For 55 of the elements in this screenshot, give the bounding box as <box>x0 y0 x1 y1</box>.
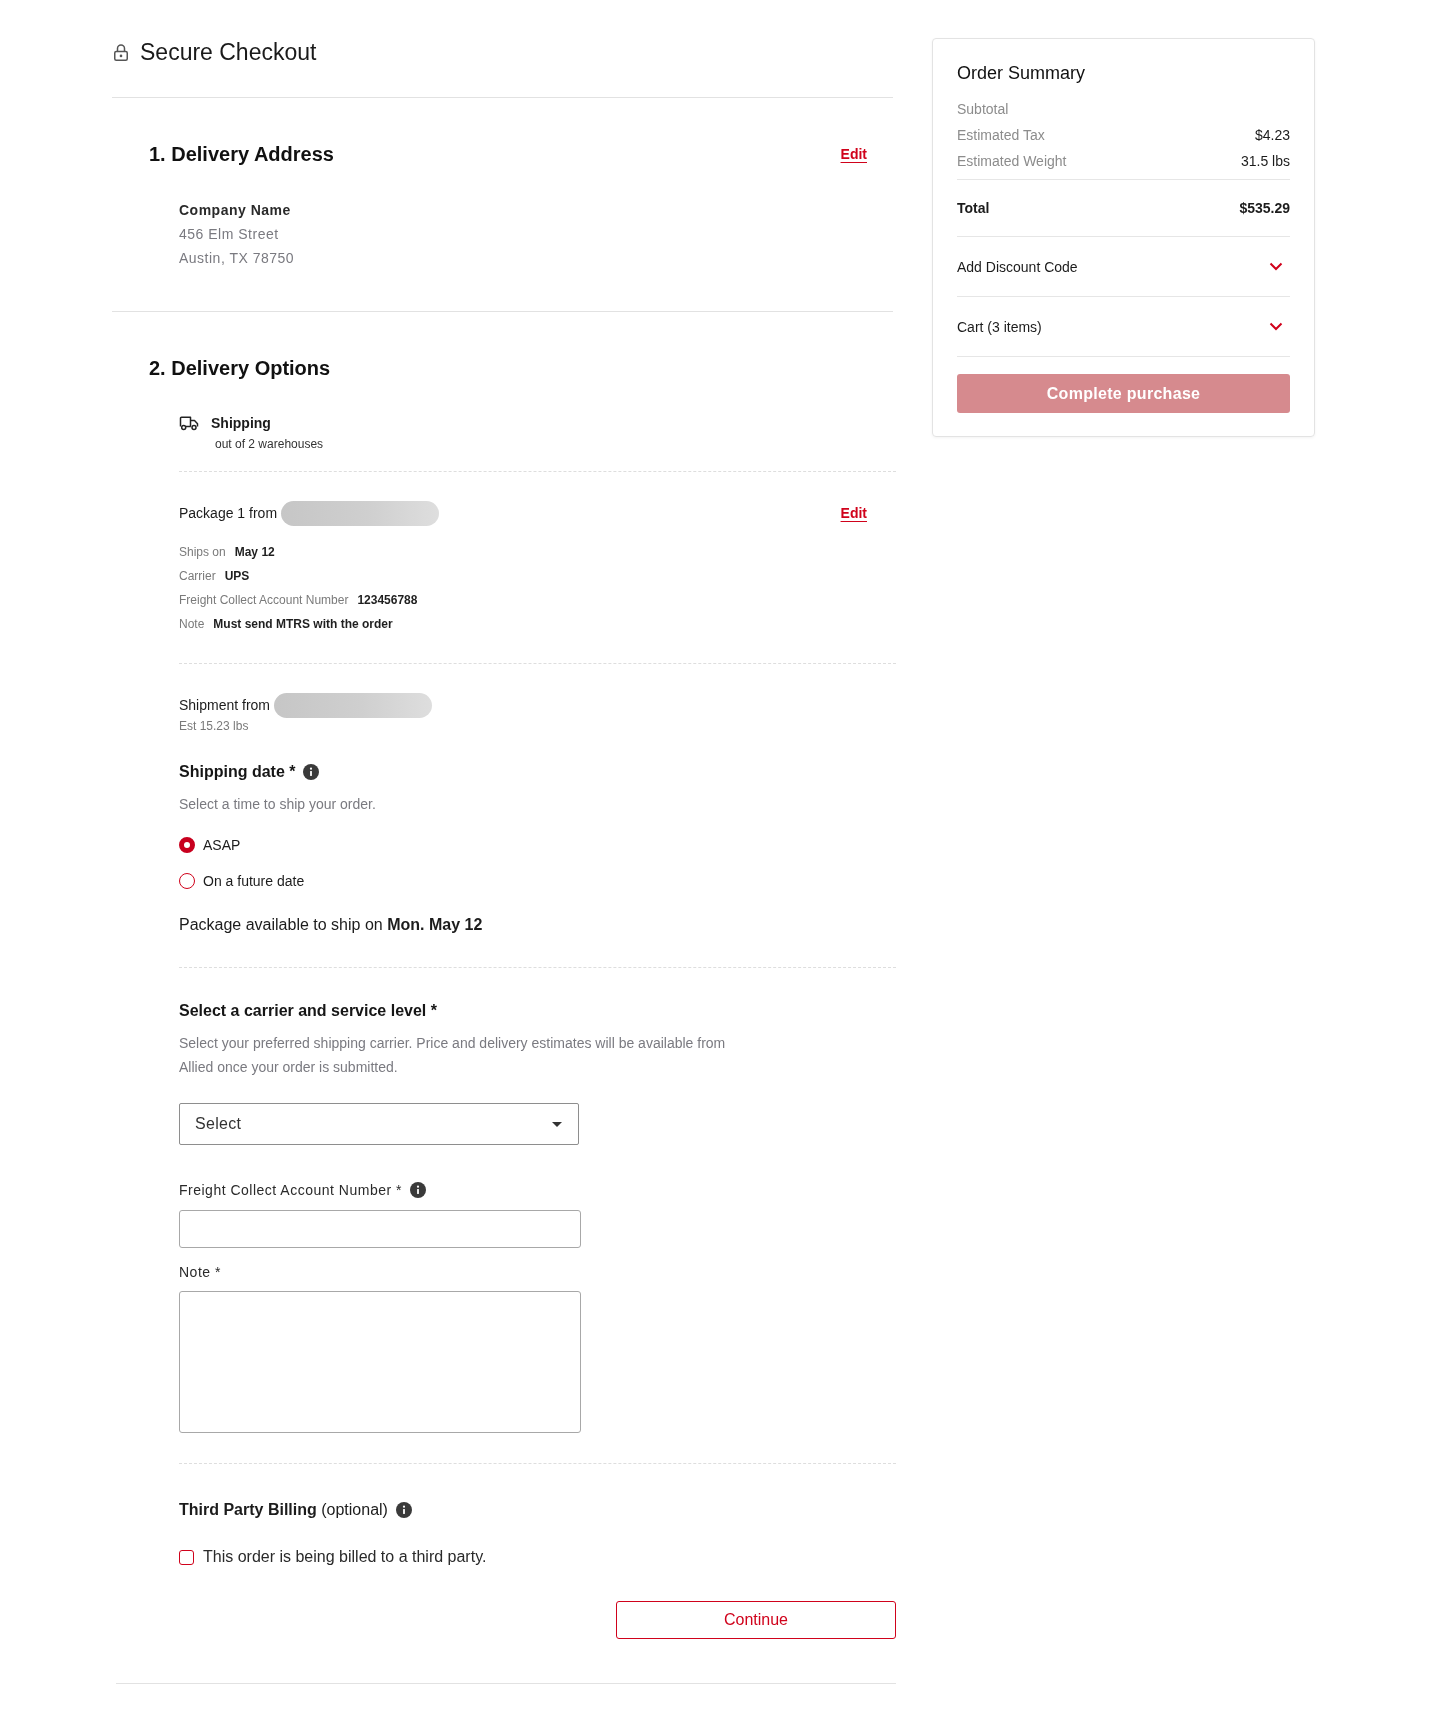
detail-label: Carrier <box>179 568 216 585</box>
info-icon[interactable] <box>395 1502 412 1518</box>
field-label: Freight Collect Account Number * <box>179 1181 402 1200</box>
info-icon[interactable] <box>303 764 320 780</box>
truck-icon <box>179 415 199 431</box>
availability-text: Package available to ship on Mon. May 12 <box>179 915 483 935</box>
page-title: Secure Checkout <box>140 38 317 66</box>
field-label: Shipping date * <box>179 762 296 782</box>
accordion-toggle[interactable]: Cart (3 items) <box>957 297 1290 357</box>
section-heading: 1. Delivery Address <box>149 142 334 166</box>
address-line: Austin, TX 78750 <box>179 249 295 268</box>
field-label: Select a carrier and service level * <box>179 1001 437 1021</box>
detail-label: Freight Collect Account Number <box>179 592 349 609</box>
account-number-field[interactable] <box>179 1210 581 1248</box>
address-line: 456 Elm Street <box>179 225 279 244</box>
summary-title: Order Summary <box>957 62 1087 85</box>
summary-value: 31.5 lbs <box>1240 152 1290 171</box>
accordion-toggle[interactable]: Add Discount Code <box>957 237 1290 297</box>
detail-value: UPS <box>224 568 250 585</box>
detail-label: Note <box>179 616 205 633</box>
caret-icon <box>552 1121 562 1127</box>
lock-icon <box>114 43 128 61</box>
package-label: Package 1 from <box>179 505 278 521</box>
shipment-weight: Est 15.23 lbs <box>179 718 249 734</box>
warehouse-count: out of 2 warehouses <box>214 436 324 452</box>
section-subheading: Third Party Billing (optional) <box>179 1500 388 1520</box>
field-hint: Select your preferred shipping carrier. Price and delivery estimates will be available from Allied once your order is submitted. <box>179 1034 727 1077</box>
summary-label: Estimated Weight <box>957 152 1067 171</box>
radio-button[interactable] <box>179 873 195 889</box>
shipping-method-label: Shipping <box>211 414 271 433</box>
company-name: Company Name <box>179 201 291 220</box>
summary-label: Subtotal <box>957 100 1009 119</box>
carrier-select[interactable]: Select <box>179 1103 579 1145</box>
detail-value: May 12 <box>234 544 275 561</box>
radio-button[interactable] <box>179 837 195 853</box>
note-field[interactable] <box>179 1291 581 1433</box>
radio-label[interactable]: On a future date <box>203 873 305 889</box>
field-hint: Select a time to ship your order. <box>179 795 376 814</box>
edit-link[interactable]: Edit <box>840 503 867 523</box>
summary-label: Estimated Tax <box>957 126 1045 145</box>
checkbox[interactable] <box>179 1549 194 1565</box>
detail-value: 123456788 <box>357 592 418 609</box>
continue-button[interactable]: Continue <box>616 1601 896 1639</box>
total-value: $535.29 <box>1239 199 1290 218</box>
total-label: Total <box>957 199 990 218</box>
section-heading: 2. Delivery Options <box>149 357 331 379</box>
field-label: Note * <box>179 1263 221 1282</box>
edit-link[interactable]: Edit <box>840 144 867 164</box>
checkbox-label[interactable]: This order is being billed to a third party. <box>203 1545 487 1569</box>
detail-value: Must send MTRS with the order <box>213 616 393 633</box>
info-icon[interactable] <box>410 1182 426 1198</box>
detail-label: Ships on <box>179 544 226 561</box>
radio-label[interactable]: ASAP <box>203 837 241 853</box>
shipment-label: Shipment from <box>179 697 271 713</box>
summary-value: $4.23 <box>1254 126 1290 145</box>
